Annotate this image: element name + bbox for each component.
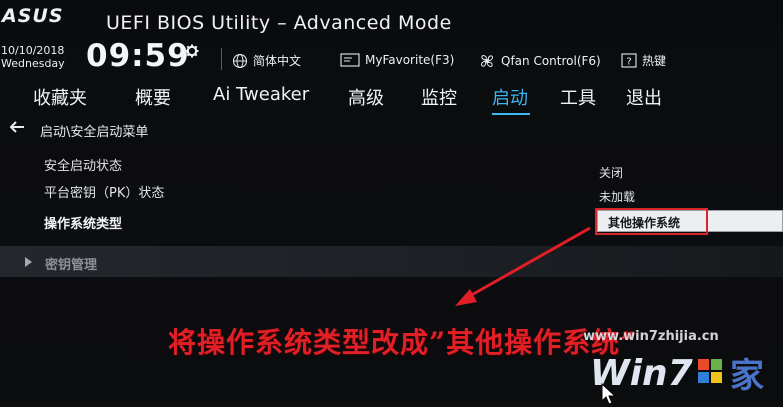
tab-boot[interactable]: 启动 <box>492 84 528 110</box>
tab-advanced[interactable]: 高级 <box>348 84 384 110</box>
hotkeys-button[interactable]: ? 热键 <box>621 52 666 69</box>
favorite-folder-icon <box>340 53 360 67</box>
globe-icon <box>232 53 248 68</box>
tab-favorites[interactable]: 收藏夹 <box>33 84 87 110</box>
back-arrow-icon[interactable] <box>9 120 25 134</box>
watermark-url: www.win7zhijia.cn <box>583 329 719 344</box>
tab-tool[interactable]: 工具 <box>560 84 596 110</box>
breadcrumb: 启动\安全启动菜单 <box>40 125 149 140</box>
language-button[interactable]: 简体中文 <box>232 52 301 69</box>
svg-text:ASUS: ASUS <box>0 5 64 26</box>
myfavorite-label: MyFavorite(F3) <box>365 52 455 67</box>
qfan-control-button[interactable]: Qfan Control(F6) <box>478 52 601 70</box>
platform-key-state-value: 未加载 <box>599 190 636 204</box>
svg-text:家: 家 <box>730 356 764 396</box>
bios-screen: ASUS UEFI BIOS Utility – Advanced Mode 1… <box>0 0 783 407</box>
platform-key-state-label: 平台密钥（PK）状态 <box>44 186 165 201</box>
day-text: Wednesday <box>1 57 65 70</box>
key-management-label: 密钥管理 <box>45 258 98 273</box>
language-label: 简体中文 <box>253 54 302 68</box>
expand-arrow-icon <box>25 257 32 267</box>
mouse-cursor-icon <box>601 383 617 405</box>
annotation-text: 将操作系统类型改成”其他操作系统” <box>168 326 638 359</box>
app-title: UEFI BIOS Utility – Advanced Mode <box>106 12 452 34</box>
tab-main[interactable]: 概要 <box>135 84 171 110</box>
key-management-row[interactable] <box>0 246 783 277</box>
hotkeys-label: 热键 <box>642 54 667 68</box>
asus-logo: ASUS <box>0 5 64 26</box>
qfan-label: Qfan Control(F6) <box>501 54 601 68</box>
tab-ai-tweaker[interactable]: Ai Tweaker <box>213 84 309 105</box>
secure-boot-state-label: 安全启动状态 <box>44 159 123 174</box>
secure-boot-state-value: 关闭 <box>599 166 624 180</box>
highlight-box <box>595 208 708 235</box>
myfavorite-button[interactable]: MyFavorite(F3) <box>340 52 454 67</box>
tab-monitor[interactable]: 监控 <box>421 84 457 110</box>
help-icon: ? <box>621 53 637 68</box>
date-text: 10/10/2018 <box>1 44 65 57</box>
gear-icon[interactable] <box>185 44 199 58</box>
os-type-label: 操作系统类型 <box>44 217 123 232</box>
tab-exit[interactable]: 退出 <box>626 84 662 110</box>
active-tab-indicator <box>492 113 530 115</box>
fan-icon <box>481 55 493 67</box>
toolbar-divider <box>221 48 222 70</box>
svg-text:?: ? <box>626 57 631 68</box>
clock-time[interactable]: 09:59 <box>86 38 190 74</box>
